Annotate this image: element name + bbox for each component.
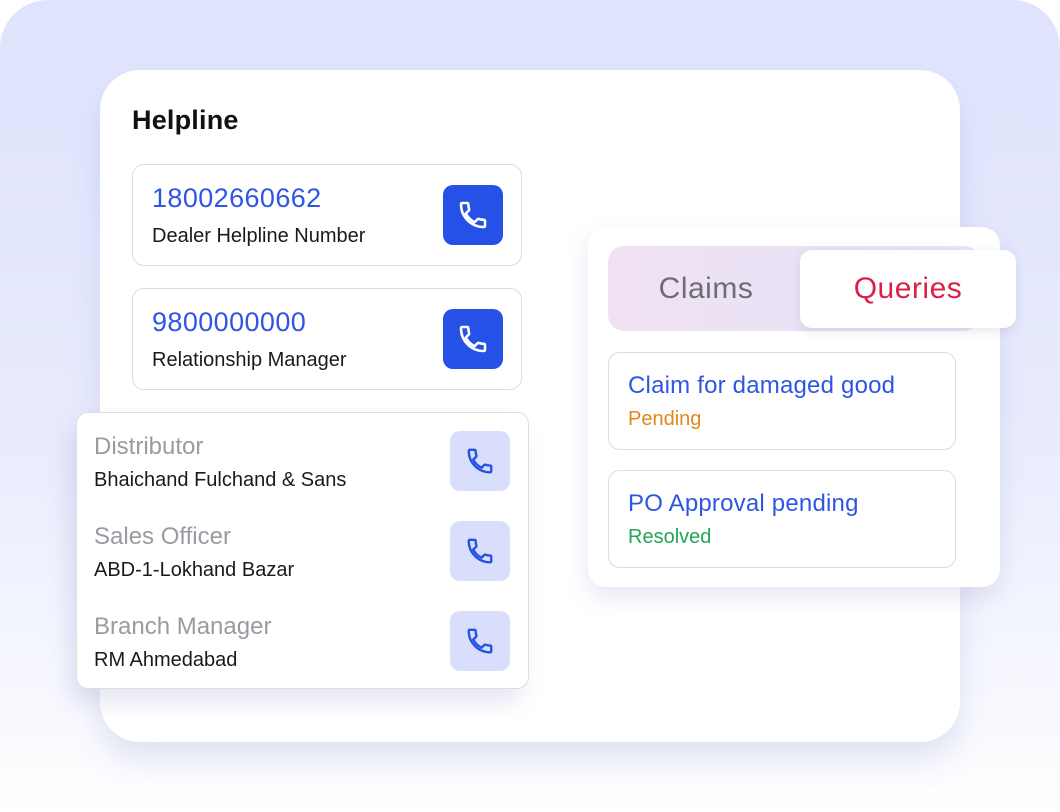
helpline-number: 18002660662 xyxy=(152,183,322,213)
contact-role: Distributor xyxy=(94,433,204,460)
page-title: Helpline xyxy=(132,105,239,135)
tab-queries[interactable]: Queries xyxy=(800,250,1016,328)
contact-role: Sales Officer xyxy=(94,523,231,550)
call-relationship-manager-button[interactable] xyxy=(443,309,503,369)
tab-claims[interactable]: Claims xyxy=(608,246,804,331)
helpline-card-relationship-manager: 9800000000 Relationship Manager xyxy=(132,288,522,390)
phone-icon xyxy=(459,201,487,229)
contact-name: RM Ahmedabad xyxy=(94,649,238,671)
ticket-item[interactable]: Claim for damaged good Pending xyxy=(608,352,956,450)
contact-name: ABD-1-Lokhand Bazar xyxy=(94,559,295,581)
helpline-number: 9800000000 xyxy=(152,307,307,337)
call-dealer-helpline-button[interactable] xyxy=(443,185,503,245)
contact-role: Branch Manager xyxy=(94,613,272,640)
helpline-label: Dealer Helpline Number xyxy=(152,225,366,247)
ticket-title: PO Approval pending xyxy=(628,490,859,517)
helpline-card-dealer: 18002660662 Dealer Helpline Number xyxy=(132,164,522,266)
call-sales-officer-button[interactable] xyxy=(450,521,510,581)
contact-item: Sales Officer ABD-1-Lokhand Bazar xyxy=(77,503,528,583)
phone-icon xyxy=(467,448,493,474)
contact-name: Bhaichand Fulchand & Sans xyxy=(94,469,347,491)
helpline-label: Relationship Manager xyxy=(152,349,347,371)
contact-item: Branch Manager RM Ahmedabad xyxy=(77,593,528,673)
ticket-item[interactable]: PO Approval pending Resolved xyxy=(608,470,956,568)
ticket-title: Claim for damaged good xyxy=(628,372,896,399)
phone-icon xyxy=(467,628,493,654)
contact-item: Distributor Bhaichand Fulchand & Sans xyxy=(77,413,528,493)
ticket-status-pending: Pending xyxy=(628,408,702,430)
phone-icon xyxy=(459,325,487,353)
call-branch-manager-button[interactable] xyxy=(450,611,510,671)
call-distributor-button[interactable] xyxy=(450,431,510,491)
contacts-list: Distributor Bhaichand Fulchand & Sans Sa… xyxy=(76,412,529,689)
phone-icon xyxy=(467,538,493,564)
ticket-status-resolved: Resolved xyxy=(628,526,712,548)
